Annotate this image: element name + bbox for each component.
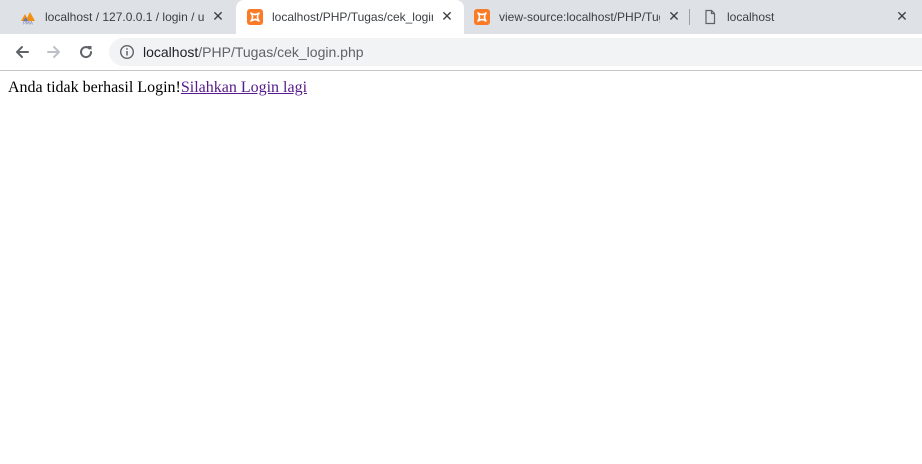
forward-button[interactable] (40, 38, 68, 66)
reload-icon (80, 46, 93, 59)
url-text: localhost/PHP/Tugas/cek_login.php (143, 44, 364, 60)
xampp-icon (474, 9, 490, 25)
close-tab-icon[interactable]: ✕ (210, 9, 226, 25)
tab-title: localhost / 127.0.0.1 / login / u (45, 10, 204, 24)
close-tab-icon[interactable]: ✕ (439, 9, 455, 25)
address-bar[interactable]: localhost/PHP/Tugas/cek_login.php (109, 38, 922, 66)
xampp-icon (247, 9, 263, 25)
close-tab-icon[interactable]: ✕ (894, 9, 910, 25)
back-arrow-icon (16, 46, 29, 58)
browser-toolbar: localhost/PHP/Tugas/cek_login.php (0, 34, 922, 71)
tab-title: view-source:localhost/PHP/Tug (499, 10, 660, 24)
info-icon[interactable] (119, 44, 135, 60)
login-failed-message: Anda tidak berhasil Login! (8, 79, 181, 96)
url-host: localhost (143, 44, 199, 60)
phpmyadmin-icon: PMA (20, 9, 36, 25)
tab-strip: PMA localhost / 127.0.0.1 / login / u ✕ … (0, 0, 922, 34)
reload-button[interactable] (72, 38, 100, 66)
tab-view-source[interactable]: view-source:localhost/PHP/Tug ✕ (464, 0, 688, 34)
tab-separator (689, 9, 690, 25)
close-tab-icon[interactable]: ✕ (666, 9, 682, 25)
tab-title: localhost/PHP/Tugas/cek_login (272, 10, 433, 24)
forward-arrow-icon (47, 46, 60, 58)
tab-title: localhost (727, 10, 775, 24)
url-path: /PHP/Tugas/cek_login.php (198, 44, 364, 60)
tab-cek-login[interactable]: localhost/PHP/Tugas/cek_login ✕ (236, 0, 464, 34)
svg-text:PMA: PMA (23, 21, 34, 26)
login-again-link[interactable]: Silahkan Login lagi (181, 79, 307, 96)
back-button[interactable] (8, 38, 36, 66)
page-icon (702, 9, 718, 25)
page-content: Anda tidak berhasil Login!Silahkan Login… (8, 78, 307, 98)
tab-localhost[interactable]: localhost ✕ (692, 0, 918, 34)
tab-phpmyadmin[interactable]: PMA localhost / 127.0.0.1 / login / u ✕ (12, 0, 232, 34)
